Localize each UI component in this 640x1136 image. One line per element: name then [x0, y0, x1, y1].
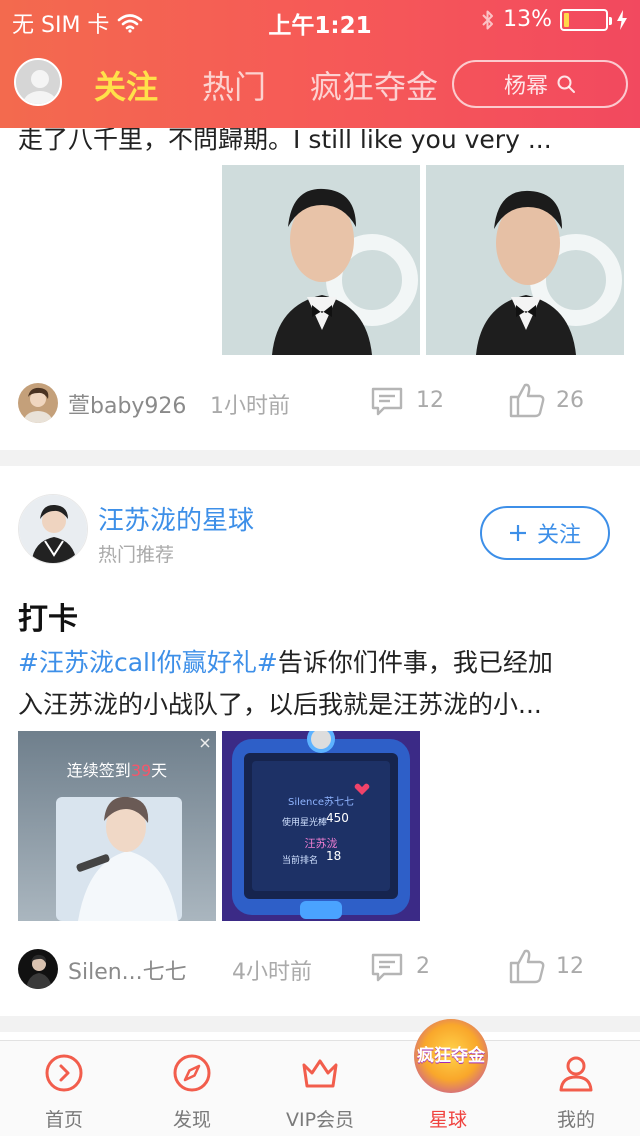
post-body-text: 告诉你们件事，我已经加: [277, 648, 553, 677]
search-placeholder: 杨幂: [503, 74, 548, 99]
ranking-row1-value: 450: [326, 811, 349, 825]
feed-divider: [0, 450, 640, 466]
crazy-gold-badge-icon: 疯狂夺金: [414, 1019, 488, 1093]
ranking-row2-label: 当前排名: [282, 856, 319, 866]
battery-fill: [564, 12, 569, 27]
post-meta: Silen...七七 4小时前 2 12: [0, 944, 640, 994]
author-avatar[interactable]: [18, 383, 58, 423]
charging-bolt-icon: [617, 9, 627, 30]
battery-percent: 13%: [503, 7, 552, 32]
post-text[interactable]: 走了八千里，不問歸期。I still like you very ...: [18, 128, 552, 156]
tab-profile[interactable]: 我的: [512, 1041, 640, 1136]
like-count: 26: [556, 388, 584, 413]
tab-planet[interactable]: 疯狂夺金 星球: [384, 1019, 512, 1136]
author-avatar-image: [18, 383, 58, 423]
ranking-user: Silence苏七七: [287, 797, 355, 808]
comment-icon[interactable]: [370, 952, 404, 982]
follow-label: 关注: [536, 523, 581, 548]
status-right-group: 13%: [481, 7, 628, 32]
ranking-row2-value: 18: [326, 849, 342, 863]
compass-icon: [173, 1054, 211, 1092]
checkin-text: 连续签到39天: [18, 757, 216, 781]
post-time: 1小时前: [210, 394, 290, 419]
checkin-suffix: 天: [151, 761, 168, 780]
post-image[interactable]: [222, 165, 420, 355]
post-meta: 萱baby926 1小时前 12 26: [0, 378, 640, 428]
feed[interactable]: 走了八千里，不問歸期。I still like you very ... 萱ba…: [0, 128, 640, 1040]
post-image[interactable]: Silence苏七七 使用星光棒 450 汪苏泷 当前排名 18: [222, 731, 420, 921]
channel-name[interactable]: 汪苏泷的星球: [98, 500, 254, 537]
post-body-line: 入汪苏泷的小战队了，以后我就是汪苏泷的小...: [18, 690, 542, 719]
thumbs-up-icon[interactable]: [508, 948, 546, 984]
crown-icon: [302, 1059, 338, 1088]
default-avatar-icon: [16, 60, 60, 104]
play-circle-icon: [45, 1054, 83, 1092]
bottom-tab-bar: 首页 发现 VIP会员 疯狂夺金 星球 我的: [0, 1019, 640, 1136]
author-name[interactable]: Silen...七七: [68, 954, 187, 986]
bluetooth-icon: [482, 10, 494, 29]
tab-vip[interactable]: VIP会员: [256, 1041, 384, 1136]
author-avatar[interactable]: [18, 949, 58, 989]
channel-avatar-image: [19, 495, 87, 563]
post-title[interactable]: 打卡: [18, 594, 78, 638]
comment-icon[interactable]: [370, 386, 404, 416]
checkin-prefix: 连续签到: [66, 761, 131, 780]
ranking-row1-label: 使用星光棒: [282, 818, 328, 828]
hashtag-link[interactable]: #汪苏泷call你赢好礼#: [18, 648, 278, 677]
author-name[interactable]: 萱baby926: [68, 388, 186, 420]
tab-label: 我的: [556, 1109, 595, 1131]
channel-subtitle: 热门推荐: [98, 544, 175, 566]
comment-count: 2: [416, 954, 430, 979]
person-icon: [559, 1056, 593, 1092]
post-image[interactable]: 连续签到39天: [18, 731, 216, 921]
comment-count: 12: [416, 388, 444, 413]
author-avatar-image: [18, 949, 58, 989]
post-time: 4小时前: [232, 960, 312, 985]
follow-button[interactable]: 关注: [480, 506, 610, 560]
post-image[interactable]: [426, 165, 624, 355]
channel-avatar[interactable]: [18, 494, 88, 564]
ranking-name: 汪苏泷: [304, 837, 338, 850]
tab-crazy-gold[interactable]: 疯狂夺金: [310, 62, 438, 108]
tab-label: 发现: [172, 1109, 211, 1131]
plus-icon: [509, 525, 526, 541]
feed-divider: [0, 1016, 640, 1032]
portrait-photo: [426, 165, 624, 355]
tab-label: 星球: [428, 1109, 467, 1131]
thumbs-up-icon[interactable]: [508, 382, 546, 418]
user-avatar[interactable]: [14, 58, 62, 106]
top-header: 无 SIM 卡 上午1:21 13% 关注 热门 疯狂夺金 杨幂: [0, 0, 640, 128]
tab-label: VIP会员: [285, 1109, 355, 1131]
tab-label: 首页: [44, 1109, 83, 1131]
tab-following[interactable]: 关注: [94, 62, 158, 108]
search-box[interactable]: 杨幂: [452, 60, 628, 108]
like-count: 12: [556, 954, 584, 979]
post-body[interactable]: #汪苏泷call你赢好礼#告诉你们件事，我已经加 入汪苏泷的小战队了，以后我就是…: [18, 642, 622, 726]
battery-icon: [560, 8, 612, 31]
checkin-days: 39: [130, 761, 152, 780]
search-icon: [557, 75, 575, 93]
post-body-line: #汪苏泷call你赢好礼#告诉你们件事，我已经加: [18, 642, 622, 684]
portrait-photo: [222, 165, 420, 355]
tab-hot[interactable]: 热门: [202, 62, 266, 108]
tab-home[interactable]: 首页: [0, 1041, 128, 1136]
nav-bar: 关注 热门 疯狂夺金 杨幂: [0, 48, 640, 128]
status-bar: 无 SIM 卡 上午1:21 13%: [0, 0, 640, 40]
tab-discover[interactable]: 发现: [128, 1041, 256, 1136]
